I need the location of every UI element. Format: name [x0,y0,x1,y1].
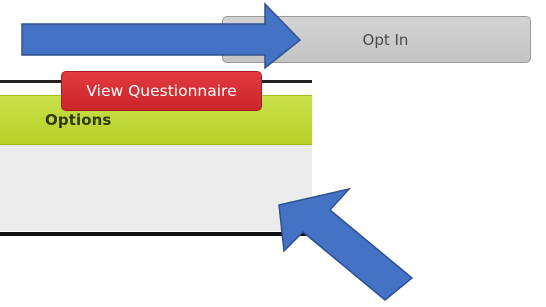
arrow-up-left-icon [278,187,414,301]
